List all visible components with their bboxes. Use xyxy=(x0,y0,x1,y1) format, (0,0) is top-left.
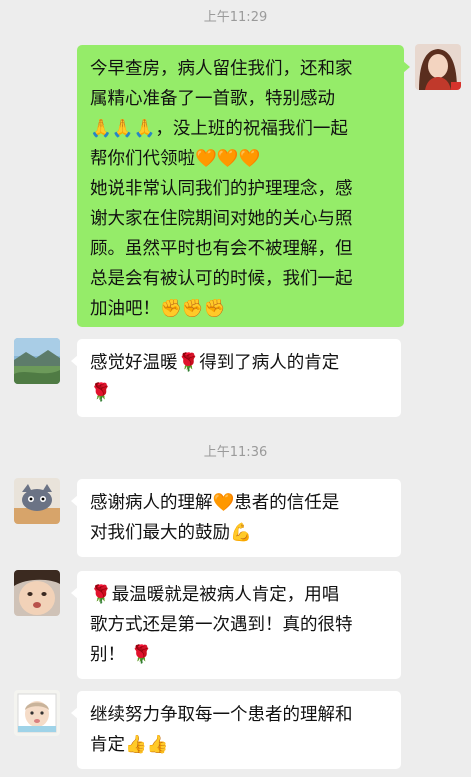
message-line: 总是会有被认可的时候，我们一起 xyxy=(90,269,353,289)
message-line: 谢大家在住院期间对她的关心与照 xyxy=(90,209,353,229)
message-line: 她说非常认同我们的护理理念，感 xyxy=(90,179,353,199)
message-line: 顾。虽然平时也有会不被理解，但 xyxy=(90,239,353,259)
message-bubble-self[interactable]: 今早查房，病人留住我们，还和家 属精心准备了一首歌，特别感动 🙏🙏🙏，没上班的祝… xyxy=(77,45,410,327)
message-line: 别！ 🌹 xyxy=(90,645,153,665)
message-line: 感觉好温暖🌹得到了病人的肯定 xyxy=(90,353,340,373)
message-bubble-other[interactable]: 🌹最温暖就是被病人肯定，用唱 歌方式还是第一次遇到！真的很特 别！ 🌹 xyxy=(71,571,401,679)
message-line: 🌹 xyxy=(90,383,112,403)
message-bubble-other[interactable]: 感觉好温暖🌹得到了病人的肯定 🌹 xyxy=(71,339,401,417)
message-bubble-other[interactable]: 继续努力争取每一个患者的理解和 肯定👍👍 xyxy=(71,691,401,769)
message-line: 对我们最大的鼓励💪 xyxy=(90,523,252,543)
message-line: 继续努力争取每一个患者的理解和 xyxy=(90,705,353,725)
message-line: 🙏🙏🙏，没上班的祝福我们一起 xyxy=(90,119,348,139)
timestamp: 上午11:36 xyxy=(203,445,268,460)
message-line: 感谢病人的理解🧡患者的信任是 xyxy=(90,493,340,513)
message-line: 属精心准备了一首歌，特别感动 xyxy=(90,89,335,109)
message-line: 帮你们代领啦🧡🧡🧡 xyxy=(90,149,261,169)
message-bubble-other[interactable]: 感谢病人的理解🧡患者的信任是 对我们最大的鼓励💪 xyxy=(71,479,401,557)
message-line: 加油吧！✊✊✊ xyxy=(90,299,226,319)
message-line: 🌹最温暖就是被病人肯定，用唱 xyxy=(90,585,340,605)
message-line: 今早查房，病人留住我们，还和家 xyxy=(90,59,353,79)
baby-photo-avatar[interactable] xyxy=(14,690,60,736)
timestamp: 上午11:29 xyxy=(203,10,268,25)
message-line: 肯定👍👍 xyxy=(90,735,169,755)
cartoon-cat-avatar[interactable] xyxy=(14,478,60,524)
self-avatar[interactable] xyxy=(415,44,461,90)
baby-face-avatar[interactable] xyxy=(14,570,60,616)
landscape-avatar[interactable] xyxy=(14,338,60,384)
message-line: 歌方式还是第一次遇到！真的很特 xyxy=(90,615,353,635)
